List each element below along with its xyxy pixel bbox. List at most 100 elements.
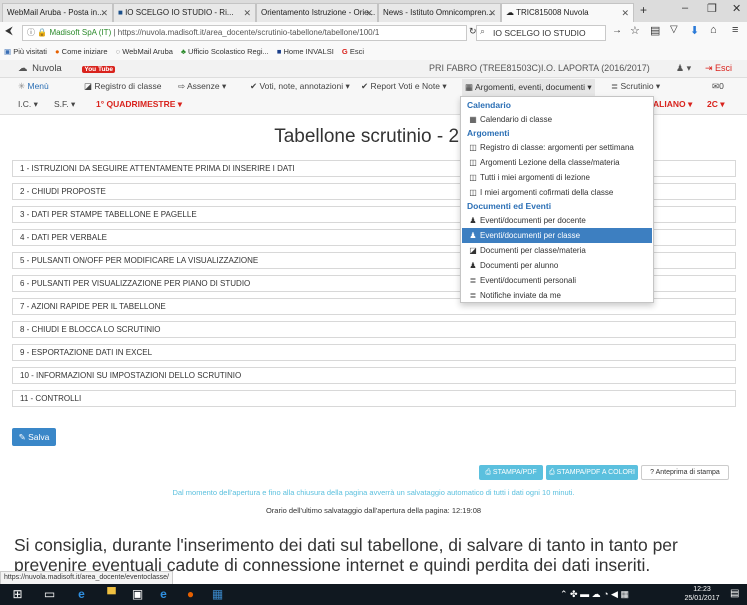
dropdown-item[interactable]: ◫ Registro di classe: argomenti per setti… <box>462 140 652 155</box>
close-icon[interactable]: ✕ <box>488 4 496 22</box>
close-icon[interactable]: ✕ <box>243 4 251 22</box>
task-view-icon[interactable]: ▭ <box>42 587 57 602</box>
print-preview-button[interactable]: ? Anteprima di stampa <box>641 465 729 480</box>
print-pdf-label: STAMPA/PDF <box>492 469 537 476</box>
close-window-icon[interactable]: ✕ <box>732 2 741 15</box>
assenze-label: Assenze <box>187 81 220 91</box>
search-value: IO SCELGO IO STUDIO <box>493 28 586 38</box>
new-tab-button[interactable]: + <box>640 3 647 17</box>
class-label: 2C <box>707 99 718 109</box>
item-label: Registro di classe: argomenti per settim… <box>480 143 634 152</box>
clock[interactable]: 12:23 25/01/2017 <box>683 585 721 603</box>
scrutinio-menu[interactable]: ≣ Scrutinio ▾ <box>611 81 660 92</box>
tab-label: Orientamento Istruzione - Orie... <box>261 8 376 17</box>
brand-name[interactable]: Nuvola <box>32 63 62 74</box>
item-label: Eventi/documenti per docente <box>480 216 586 225</box>
report-menu[interactable]: ✔ Report Voti e Note ▾ <box>361 81 447 92</box>
search-input[interactable]: IO SCELGO IO STUDIO <box>476 25 606 41</box>
dropdown-item[interactable]: ◫ I miei argomenti cofirmati della classe <box>462 185 652 200</box>
argomenti-menu[interactable]: ▦ Argomenti, eventi, documenti ▾ <box>462 79 595 96</box>
tab-webmail[interactable]: WebMail Aruba - Posta in... ✕ <box>2 3 113 22</box>
section-row[interactable]: 10 - INFORMAZIONI SU IMPOSTAZIONI DELLO … <box>12 367 736 384</box>
library-icon[interactable]: ▤ <box>650 24 660 37</box>
app-icon[interactable]: ▦ <box>210 587 225 602</box>
windows-start-icon[interactable]: ⊞ <box>10 587 25 602</box>
advice-text: Si consiglia, durante l'inserimento dei … <box>14 535 678 575</box>
url-bar[interactable]: ⓘ 🔒 Madisoft SpA (IT) | https://nuvola.m… <box>22 25 467 41</box>
print-pdf-button[interactable]: ⎙ STAMPA/PDF <box>479 465 543 480</box>
bookmark-come-iniziare[interactable]: ● Come iniziare <box>55 47 107 56</box>
ie-icon[interactable]: e <box>156 587 171 602</box>
tab-news[interactable]: News - Istituto Omnicompren... ✕ <box>378 3 501 22</box>
invalsi-icon: ■ <box>276 47 282 56</box>
dropdown-item[interactable]: ◪ Documenti per classe/materia <box>462 243 652 258</box>
dropdown-item-active[interactable]: ♟ Eventi/documenti per classe <box>462 228 652 243</box>
lock-icon: 🔒 <box>37 28 48 37</box>
youtube-icon[interactable]: You Tube <box>82 66 116 73</box>
bookmark-ufficio[interactable]: ♣ Ufficio Scolastico Regi... <box>181 47 269 56</box>
section-row[interactable]: 11 - CONTROLLI <box>12 390 736 407</box>
hamburger-menu-icon[interactable]: ≡ <box>732 24 738 36</box>
period-dropdown[interactable]: 1° QUADRIMESTRE ▾ <box>96 99 182 110</box>
tab-orientamento[interactable]: Orientamento Istruzione - Orie... ✕ <box>256 3 378 22</box>
dropdown-item[interactable]: ♟ Eventi/documenti per docente <box>462 213 652 228</box>
section-row[interactable]: 8 - CHIUDI E BLOCCA LO SCRUTINIO <box>12 321 736 338</box>
user-menu-icon[interactable]: ♟ ▾ <box>676 63 691 74</box>
search-icon: ⌕ <box>480 26 486 36</box>
close-icon[interactable]: ✕ <box>365 4 373 22</box>
system-tray-icons[interactable]: ⌃ ✤ ▬ ☁ ◔ ◀ ▦ <box>560 589 629 600</box>
minimize-icon[interactable]: – <box>682 2 688 14</box>
print-color-button[interactable]: ⎙ STAMPA/PDF A COLORI <box>546 465 638 480</box>
bookmark-esci[interactable]: G Esci <box>342 47 364 56</box>
close-icon[interactable]: ✕ <box>621 4 629 22</box>
close-icon[interactable]: ✕ <box>100 4 108 22</box>
logout-icon: ⇥ <box>705 63 716 73</box>
back-icon[interactable]: ⮜ <box>5 25 13 38</box>
user-icon: ♟ <box>469 261 477 270</box>
tab-nuvola[interactable]: ☁ TRIC815008 Nuvola ✕ <box>501 3 634 22</box>
status-url: https://nuvola.madisoft.it/area_docente/… <box>0 571 173 585</box>
store-icon[interactable]: ▣ <box>130 587 145 602</box>
save-button[interactable]: ✎ Salva <box>12 428 56 446</box>
dropdown-item[interactable]: ≣ Notifiche inviate da me <box>462 288 652 303</box>
tab-io-scelgo[interactable]: ■ IO SCELGO IO STUDIO - Ri... ✕ <box>113 3 256 22</box>
file-explorer-icon[interactable]: ▀ <box>104 587 119 602</box>
notifications-icon[interactable]: ▤ <box>730 588 739 599</box>
pocket-icon[interactable]: ▽ <box>670 24 678 35</box>
dropdown-item-calendario[interactable]: ▦ Calendario di classe <box>462 112 652 127</box>
bookmark-label: Home INVALSI <box>283 47 334 56</box>
voti-menu[interactable]: ✔ Voti, note, annotazioni ▾ <box>250 81 350 92</box>
school-name: I.O. LAPORTA (2016/2017) <box>541 63 650 73</box>
bookmark-label: Ufficio Scolastico Regi... <box>188 47 269 56</box>
edge-icon[interactable]: e <box>74 587 89 602</box>
dropdown-item[interactable]: ♟ Documenti per alunno <box>462 258 652 273</box>
section-row[interactable]: 9 - ESPORTAZIONE DATI IN EXCEL <box>12 344 736 361</box>
bookmark-star-icon[interactable]: ☆ <box>630 24 640 37</box>
argomenti-header: Argomenti <box>467 128 510 138</box>
bookmark-invalsi[interactable]: ■ Home INVALSI <box>277 47 334 56</box>
bookmark-piu-visitati[interactable]: ▣ Più visitati <box>4 47 47 56</box>
cloud-icon: ☁ <box>18 63 28 74</box>
class-dropdown[interactable]: 2C ▾ <box>707 99 725 110</box>
dropdown-item[interactable]: ◫ Argomenti Lezione della classe/materia <box>462 155 652 170</box>
sf-dropdown[interactable]: S.F. ▾ <box>54 99 75 110</box>
dropdown-item[interactable]: ≣ Eventi/documenti personali <box>462 273 652 288</box>
download-icon[interactable]: ⬇ <box>690 24 699 37</box>
dropdown-item[interactable]: ◫ Tutti i miei argomenti di lezione <box>462 170 652 185</box>
home-icon[interactable]: ⌂ <box>710 24 717 36</box>
print-color-label: STAMPA/PDF A COLORI <box>556 469 635 476</box>
bookmark-webmail[interactable]: ◌ WebMail Aruba <box>116 47 173 56</box>
menu-button[interactable]: ✳ Menù <box>18 81 49 92</box>
messages-button[interactable]: ✉0 <box>712 81 724 92</box>
maximize-icon[interactable]: ❐ <box>707 2 717 15</box>
forward-arrow-icon[interactable]: → <box>612 25 622 36</box>
exit-button[interactable]: ⇥ Esci <box>705 63 732 74</box>
registro-menu[interactable]: ◪ Registro di classe <box>84 81 162 92</box>
period-label: 1° QUADRIMESTRE <box>96 99 176 109</box>
assenze-menu[interactable]: ⇨ Assenze ▾ <box>178 81 226 92</box>
item-label: I miei argomenti cofirmati della classe <box>480 188 614 197</box>
report-label: Report Voti e Note <box>370 81 440 91</box>
firefox-icon[interactable]: ● <box>183 587 198 602</box>
subject-dropdown[interactable]: ALIANO ▾ <box>653 99 692 110</box>
ic-dropdown[interactable]: I.C. ▾ <box>18 99 38 110</box>
